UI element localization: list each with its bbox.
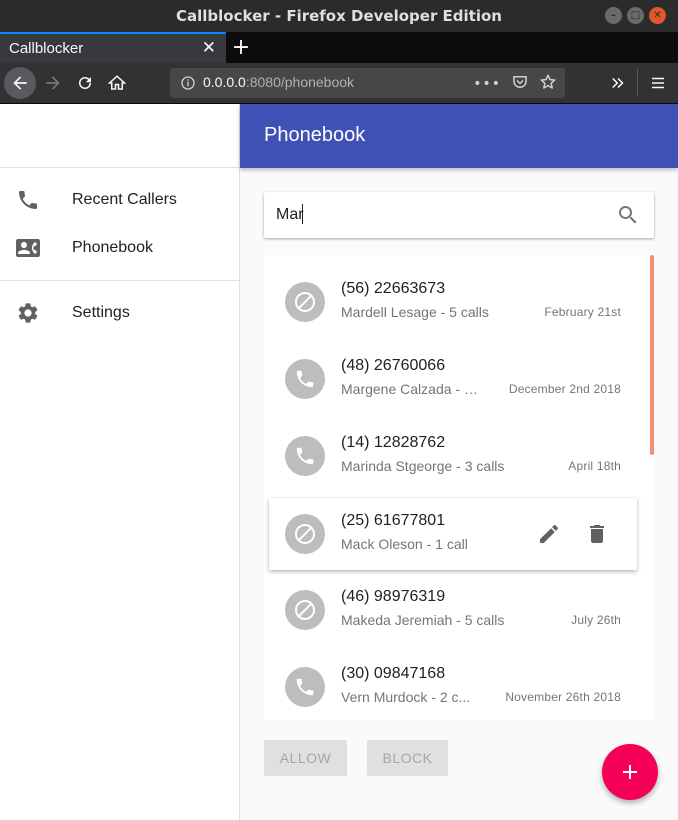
block-icon — [285, 514, 325, 554]
entry-phone: (30) 09847168 — [341, 665, 446, 682]
list-scrollbar-thumb[interactable] — [650, 255, 654, 455]
url-path: :8080/phonebook — [245, 74, 355, 90]
list-item[interactable]: (30) 09847168 Vern Murdock - 2 c... Nove… — [264, 649, 654, 720]
browser-tab[interactable]: Callblocker ✕ — [0, 32, 226, 63]
list-item[interactable]: (46) 98976319 Makeda Jeremiah - 5 calls … — [264, 572, 654, 649]
reload-icon[interactable] — [75, 73, 95, 93]
text-caret — [302, 204, 303, 224]
phone-icon — [285, 436, 325, 476]
phone-icon — [285, 359, 325, 399]
add-button[interactable] — [602, 744, 658, 800]
close-window-icon[interactable]: ✕ — [649, 7, 666, 24]
list-item[interactable]: (14) 12828762 Marinda Stgeorge - 3 calls… — [264, 418, 654, 495]
sidebar-item-recent-callers[interactable]: Recent Callers — [0, 176, 239, 224]
entry-date: December 2nd 2018 — [508, 382, 621, 396]
sidebar-item-settings[interactable]: Settings — [0, 289, 239, 337]
entry-date: April 18th — [568, 459, 621, 473]
block-icon — [285, 590, 325, 630]
search-icon[interactable] — [616, 203, 640, 227]
entry-phone: (25) 61677801 — [341, 512, 446, 529]
list-item[interactable]: (48) 26760066 Margene Calzada - … Decemb… — [264, 341, 654, 418]
search-box — [264, 192, 654, 238]
site-info-icon[interactable] — [180, 75, 196, 95]
app-bar: Phonebook — [240, 104, 678, 168]
block-button[interactable]: BLOCK — [367, 740, 448, 776]
entry-subtitle: Margene Calzada - … — [341, 381, 478, 397]
phone-icon — [16, 188, 40, 212]
entry-phone: (46) 98976319 — [341, 588, 446, 605]
edit-icon[interactable] — [537, 522, 561, 546]
sidebar-nav: Recent Callers Phonebook Settings — [0, 168, 239, 337]
block-icon — [285, 282, 325, 322]
entry-phone: (48) 26760066 — [341, 357, 446, 374]
sidebar-item-label: Recent Callers — [72, 191, 177, 208]
sidebar-item-label: Settings — [72, 304, 130, 321]
entry-phone: (14) 12828762 — [341, 434, 446, 451]
url-bar[interactable]: 0.0.0.0:8080/phonebook ••• — [170, 68, 565, 98]
bookmark-star-icon[interactable] — [539, 73, 557, 95]
entry-subtitle: Makeda Jeremiah - 5 calls — [341, 612, 505, 628]
window-controls: – □ ✕ — [605, 7, 666, 24]
toolbar-separator — [637, 69, 638, 97]
list-item[interactable]: (56) 22663673 Mardell Lesage - 5 calls F… — [264, 264, 654, 341]
window-title: Callblocker - Firefox Developer Edition — [176, 7, 502, 25]
entry-date: November 26th 2018 — [505, 690, 621, 704]
entry-subtitle: Mack Oleson - 1 call — [341, 536, 468, 552]
page-title: Phonebook — [264, 124, 366, 146]
list-item-hovered[interactable]: (25) 61677801 Mack Oleson - 1 call — [269, 498, 637, 570]
tab-close-icon[interactable]: ✕ — [202, 38, 216, 58]
phone-icon — [285, 667, 325, 707]
phonebook-list: (56) 22663673 Mardell Lesage - 5 calls F… — [264, 255, 654, 720]
delete-icon[interactable] — [585, 522, 609, 546]
maximize-icon[interactable]: □ — [627, 7, 644, 24]
gear-icon — [16, 301, 40, 325]
new-tab-icon[interactable]: + — [230, 34, 252, 60]
entry-phone: (56) 22663673 — [341, 280, 446, 297]
contact-card-icon — [16, 236, 40, 260]
url-actions: ••• — [473, 73, 557, 95]
hamburger-menu-icon[interactable] — [648, 73, 668, 93]
window-titlebar: Callblocker - Firefox Developer Edition … — [0, 0, 678, 32]
home-icon[interactable] — [107, 73, 127, 93]
minimize-icon[interactable]: – — [605, 7, 622, 24]
entry-subtitle: Marinda Stgeorge - 3 calls — [341, 458, 505, 474]
sidebar-item-phonebook[interactable]: Phonebook — [0, 224, 239, 272]
entry-subtitle: Vern Murdock - 2 c... — [341, 689, 471, 705]
sidebar-item-label: Phonebook — [72, 239, 153, 256]
overflow-chevron-icon[interactable] — [608, 73, 628, 93]
sidebar-header — [0, 104, 239, 168]
allow-button[interactable]: ALLOW — [264, 740, 347, 776]
page-actions-icon[interactable]: ••• — [473, 76, 501, 92]
back-icon[interactable] — [4, 67, 36, 99]
sidebar-divider — [0, 280, 239, 281]
url-text[interactable]: 0.0.0.0:8080/phonebook — [203, 74, 354, 90]
entry-subtitle: Mardell Lesage - 5 calls — [341, 304, 489, 320]
add-icon — [623, 765, 637, 779]
app-sidebar: Recent Callers Phonebook Settings — [0, 104, 240, 820]
navigation-bar: 0.0.0.0:8080/phonebook ••• — [0, 63, 678, 104]
pocket-icon[interactable] — [511, 73, 529, 95]
forward-icon[interactable] — [43, 73, 63, 93]
url-host: 0.0.0.0 — [203, 74, 246, 90]
tab-title: Callblocker — [9, 40, 84, 57]
search-input[interactable] — [276, 202, 596, 228]
entry-date: February 21st — [544, 305, 621, 319]
entry-date: July 26th — [571, 613, 621, 627]
tab-strip: Callblocker ✕ + — [0, 32, 678, 63]
